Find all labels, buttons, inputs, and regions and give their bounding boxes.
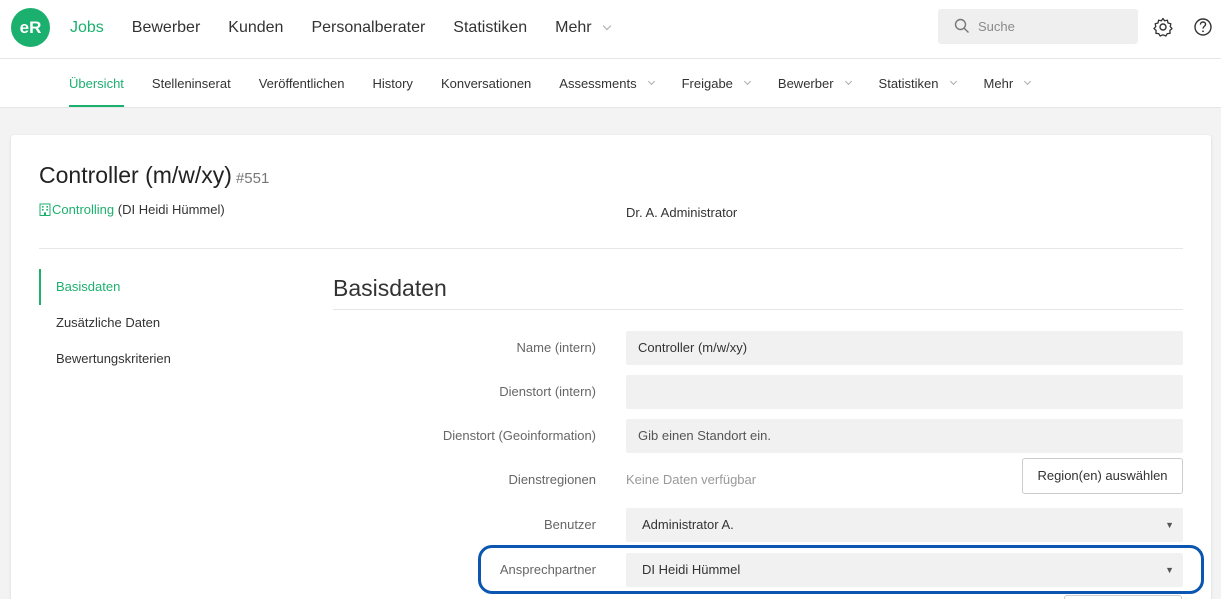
nav-mehr[interactable]: Mehr — [555, 19, 611, 37]
name-intern-label: Name (intern) — [516, 340, 596, 355]
tab-statistiken-label: Statistiken — [878, 76, 939, 91]
row-name-intern: Name (intern) Controller (m/w/xy) — [333, 331, 1183, 365]
tab-bewerber[interactable]: Bewerber — [777, 59, 852, 108]
caret-down-icon: ▼ — [1165, 520, 1174, 530]
tab-history-label: History — [372, 76, 413, 91]
nav-jobs[interactable]: Jobs — [70, 19, 104, 37]
sidebar-item-bewertungskriterien[interactable]: Bewertungskriterien — [39, 341, 171, 377]
dienstort-intern-label: Dienstort (intern) — [499, 384, 596, 399]
highlight-ansprechpartner — [478, 545, 1204, 594]
top-navigation-bar: eR Jobs Bewerber Kunden Personalberater … — [0, 0, 1221, 59]
nav-jobs-label: Jobs — [70, 19, 104, 36]
department-link[interactable]: Controlling — [52, 202, 114, 217]
nav-bewerber[interactable]: Bewerber — [132, 19, 200, 37]
tab-mehr[interactable]: Mehr — [983, 59, 1032, 108]
app-logo[interactable]: eR — [11, 8, 50, 47]
row-dienstort-intern: Dienstort (intern) — [333, 375, 1183, 409]
row-dienstregionen: Dienstregionen Keine Daten verfügbar Reg… — [333, 458, 1183, 497]
tab-assessments-label: Assessments — [559, 76, 637, 91]
job-tabs: Übersicht Stelleninserat Veröffentlichen… — [69, 59, 1058, 108]
dienstregionen-label: Dienstregionen — [508, 472, 596, 487]
nav-personalberater[interactable]: Personalberater — [311, 19, 425, 37]
tab-veroeffentlichen[interactable]: Veröffentlichen — [259, 59, 345, 108]
benutzer-select[interactable]: Administrator A. ▼ — [626, 508, 1183, 542]
chevron-down-icon — [743, 77, 751, 86]
next-button-partial[interactable] — [1064, 595, 1182, 599]
select-regions-button[interactable]: Region(en) auswählen — [1022, 458, 1183, 494]
tab-freigabe[interactable]: Freigabe — [681, 59, 751, 108]
nav-statistiken[interactable]: Statistiken — [453, 19, 527, 37]
job-owner: Dr. A. Administrator — [626, 205, 738, 220]
chevron-down-icon — [844, 77, 852, 86]
gear-icon[interactable] — [1153, 17, 1173, 37]
sidebar-item-zusaetzliche-daten[interactable]: Zusätzliche Daten — [39, 305, 171, 341]
nav-mehr-label: Mehr — [555, 19, 592, 36]
dienstort-geo-input[interactable]: Gib einen Standort ein. — [626, 419, 1183, 453]
nav-personalberater-label: Personalberater — [311, 19, 426, 36]
job-sub-navigation: Übersicht Stelleninserat Veröffentlichen… — [0, 59, 1221, 108]
search-box[interactable] — [938, 9, 1138, 44]
nav-kunden[interactable]: Kunden — [228, 19, 283, 37]
nav-statistiken-label: Statistiken — [453, 19, 528, 36]
row-benutzer: Benutzer Administrator A. ▼ — [333, 508, 1183, 542]
tab-assessments[interactable]: Assessments — [559, 59, 655, 108]
dienstregionen-empty-text: Keine Daten verfügbar — [626, 472, 757, 487]
tab-stelleninserat-label: Stelleninserat — [151, 76, 231, 91]
main-menu: Jobs Bewerber Kunden Personalberater Sta… — [70, 0, 638, 56]
chevron-down-icon — [949, 77, 957, 86]
header-divider — [39, 248, 1183, 249]
section-title: Basisdaten — [333, 275, 447, 301]
dienstort-geo-label: Dienstort (Geoinformation) — [442, 428, 596, 443]
tab-history[interactable]: History — [372, 59, 412, 108]
tab-stelleninserat[interactable]: Stelleninserat — [152, 59, 231, 108]
tab-veroeffentlichen-label: Veröffentlichen — [258, 76, 345, 91]
department-line: Controlling (DI Heidi Hümmel) — [39, 202, 225, 217]
sidebar-item-basisdaten[interactable]: Basisdaten — [39, 269, 171, 305]
section-divider — [333, 309, 1183, 310]
tab-bewerber-label: Bewerber — [777, 76, 834, 91]
tab-freigabe-label: Freigabe — [681, 76, 733, 91]
dienstort-intern-input[interactable] — [626, 375, 1183, 409]
benutzer-label: Benutzer — [543, 517, 596, 532]
tab-uebersicht[interactable]: Übersicht — [69, 59, 124, 108]
help-icon[interactable] — [1193, 17, 1213, 37]
chevron-down-icon — [1024, 77, 1032, 86]
chevron-down-icon — [602, 21, 611, 30]
department-contact: (DI Heidi Hümmel) — [117, 202, 225, 217]
job-title: Controller (m/w/xy) — [39, 162, 232, 188]
tab-mehr-label: Mehr — [983, 76, 1014, 91]
row-dienstort-geo: Dienstort (Geoinformation) Gib einen Sta… — [333, 419, 1183, 453]
section-sidebar: Basisdaten Zusätzliche Daten Bewertungsk… — [39, 269, 171, 377]
job-detail-card: Controller (m/w/xy) #551 Controlling (DI … — [11, 135, 1211, 599]
building-icon — [39, 203, 51, 216]
job-number: #551 — [235, 170, 270, 187]
tab-konversationen-label: Konversationen — [440, 76, 532, 91]
name-intern-input[interactable]: Controller (m/w/xy) — [626, 331, 1183, 365]
benutzer-value: Administrator A. — [642, 517, 734, 532]
page-title: Controller (m/w/xy) #551 — [39, 162, 269, 189]
tab-uebersicht-label: Übersicht — [69, 76, 124, 91]
tab-statistiken[interactable]: Statistiken — [878, 59, 957, 108]
search-input[interactable] — [978, 9, 1128, 44]
chevron-down-icon — [647, 77, 655, 86]
tab-konversationen[interactable]: Konversationen — [441, 59, 531, 108]
nav-kunden-label: Kunden — [228, 19, 284, 36]
nav-bewerber-label: Bewerber — [131, 19, 201, 36]
search-icon — [954, 18, 969, 33]
